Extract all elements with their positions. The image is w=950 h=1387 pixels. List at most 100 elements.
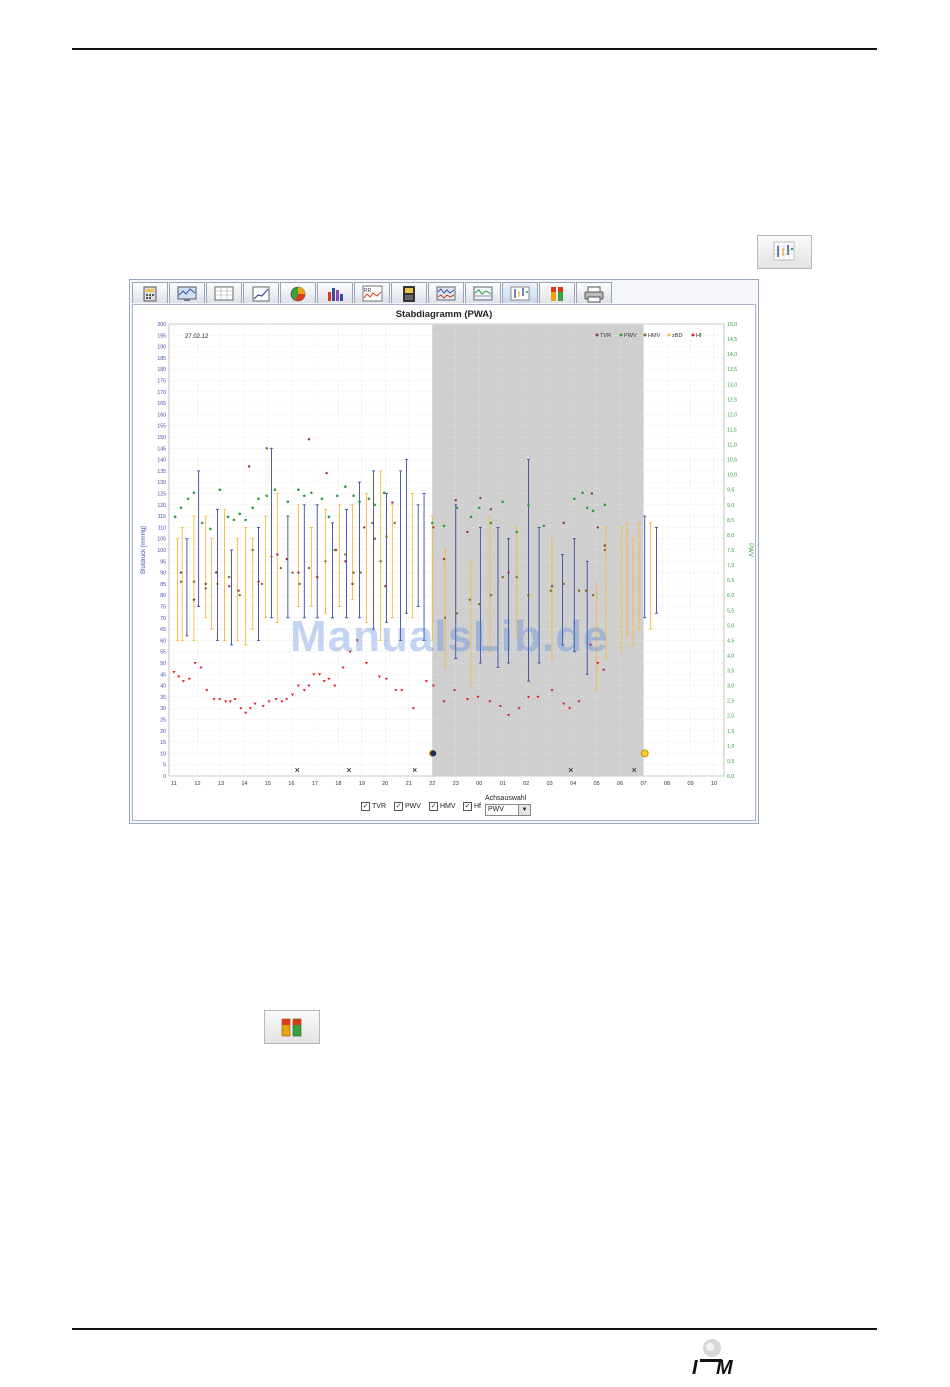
tab-stab-diagram[interactable]: [502, 282, 538, 303]
chevron-down-icon[interactable]: ▼: [518, 805, 530, 815]
y2-tick-label: 0,0: [727, 774, 734, 780]
legend-marker: [643, 333, 647, 337]
hmv-point: [192, 580, 196, 583]
legend-marker: [619, 333, 623, 337]
tvr-point: [257, 580, 260, 583]
y2-tick-label: 5,5: [727, 608, 734, 614]
pwv-point: [238, 512, 242, 516]
x-tick-label: 10: [711, 781, 717, 787]
pwv-checkbox[interactable]: ✓ PWV: [394, 802, 421, 811]
tab-pause-bars[interactable]: [539, 282, 575, 303]
tvr-point: [237, 589, 240, 592]
tvr-point: [603, 544, 607, 547]
device-icon: [403, 286, 415, 302]
tab-waveform-table[interactable]: [465, 282, 501, 303]
pwv-point: [477, 506, 481, 510]
tab-bar-chart[interactable]: [317, 282, 353, 303]
tvr-point: [550, 584, 554, 588]
hf-checkbox-label: Hf: [474, 803, 481, 810]
y-tick-label: 0: [163, 774, 166, 780]
hmv-checkbox[interactable]: ✓ HMV: [429, 802, 456, 811]
x-tick-label: 20: [382, 781, 388, 787]
tab-printer[interactable]: [576, 282, 612, 303]
hmv-point: [371, 521, 374, 525]
x-tick-label: 19: [359, 781, 365, 787]
pause-bars-button[interactable]: [264, 1010, 320, 1044]
x-tick-label: 00: [476, 781, 482, 787]
tab-trend-chart[interactable]: [243, 282, 279, 303]
axis-dropdown-value: PWV: [488, 806, 504, 813]
checkmark-icon: ✓: [394, 802, 403, 811]
tab-table-grid[interactable]: [206, 282, 242, 303]
tvr-point: [442, 557, 446, 561]
tab-pie-chart[interactable]: [280, 282, 316, 303]
stab-diagram-button[interactable]: [757, 235, 812, 269]
tvr-point: [297, 571, 300, 574]
y-tick-label: 120: [157, 503, 166, 509]
stab-diagram-chart: 0510152025303540455055606570758085909510…: [141, 309, 753, 787]
pwv-point: [527, 503, 530, 507]
tab-device[interactable]: [391, 282, 427, 303]
x-tick-label: 08: [664, 781, 670, 787]
pwv-point: [218, 488, 222, 492]
top-rule: [72, 48, 877, 50]
tvr-checkbox[interactable]: ✓ TVR: [361, 802, 386, 811]
y2-tick-label: 0,5: [727, 759, 734, 765]
watermark: ManualsLib.de: [290, 612, 609, 661]
tab-rr-curve[interactable]: RR: [354, 282, 390, 303]
pwv-point: [232, 518, 236, 522]
svg-text:I: I: [692, 1357, 698, 1378]
tvr-point: [373, 537, 376, 540]
pwv-point: [352, 494, 355, 498]
y-tick-label: 185: [157, 356, 166, 362]
hmv-point: [227, 575, 231, 579]
tab-calculator[interactable]: [132, 282, 168, 303]
pwv-point: [251, 506, 254, 510]
date-label: 27.02.12: [185, 334, 209, 340]
y-tick-label: 85: [160, 582, 166, 588]
y-tick-label: 90: [160, 571, 166, 577]
pwv-point: [382, 491, 386, 495]
hmv-point: [385, 535, 388, 538]
hmv-point: [515, 575, 518, 579]
axis-selection-label: Achsauswahl: [485, 795, 527, 802]
y-tick-label: 165: [157, 401, 166, 407]
company-logo: I M: [690, 1338, 742, 1379]
hmv-point: [489, 594, 493, 597]
y-tick-label: 110: [158, 525, 166, 531]
tvr-point: [276, 553, 279, 556]
hmv-point: [501, 575, 504, 579]
axis-dropdown[interactable]: PWV ▼: [485, 804, 531, 816]
pwv-checkbox-label: PWV: [405, 803, 421, 810]
x-tick-label: 02: [523, 781, 529, 787]
moon-icon-shadow: [430, 750, 437, 757]
y2-tick-label: 5,0: [727, 623, 734, 629]
pwv-point: [581, 491, 584, 495]
y-tick-label: 45: [160, 672, 166, 678]
x-tick-label: 23: [453, 781, 459, 787]
x-tick-label: 14: [241, 781, 247, 787]
y-tick-label: 25: [160, 718, 166, 724]
y-tick-label: 65: [160, 627, 166, 633]
pwv-point: [591, 509, 595, 513]
pwv-point: [303, 494, 306, 498]
pwv-point: [573, 497, 576, 501]
pwv-point: [515, 530, 519, 534]
y2-tick-label: 3,5: [727, 669, 734, 675]
pause-bars-icon: [551, 287, 563, 301]
y2-tick-label: 10,0: [727, 473, 737, 479]
y2-tick-label: 3,0: [727, 684, 734, 690]
y-tick-label: 80: [160, 593, 166, 599]
y-tick-label: 170: [157, 390, 166, 396]
hmv-point: [562, 582, 565, 586]
hf-checkbox[interactable]: ✓ Hf: [463, 802, 481, 811]
y-tick-label: 5: [163, 763, 166, 769]
tab-monitor-chart[interactable]: [169, 282, 205, 303]
y2-tick-label: 12,0: [727, 412, 737, 418]
tab-wave-chart[interactable]: [428, 282, 464, 303]
tvr-point: [590, 492, 594, 495]
pwv-point: [344, 485, 347, 489]
y-tick-label: 155: [157, 424, 166, 430]
checkmark-icon: ✓: [361, 802, 370, 811]
bottom-rule: [72, 1328, 877, 1330]
